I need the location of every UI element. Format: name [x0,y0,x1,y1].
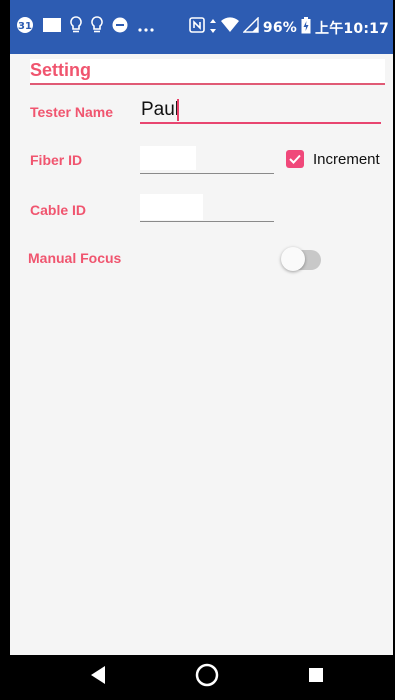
calendar-icon: 31 [16,16,34,40]
nfc-icon [189,17,205,39]
minus-circle-icon [112,17,128,39]
recents-icon [308,667,324,688]
tester-name-value: Paul [141,99,180,120]
text-cursor [177,99,179,121]
cable-id-label: Cable ID [30,202,87,218]
battery-percentage: 96% [262,20,298,36]
fiber-id-input[interactable] [140,146,274,174]
image-icon [43,17,61,39]
signal-icon [242,16,259,39]
increment-checkbox[interactable] [286,150,304,168]
svg-text:31: 31 [18,21,32,32]
bulb-icon [91,16,103,40]
page-title: Setting [30,60,91,80]
status-icons-left: 31 [16,16,155,40]
status-icons-right: 96% 上午10:17 [189,16,389,40]
settings-header: Setting [30,59,385,85]
back-button[interactable] [68,655,128,700]
tester-name-label: Tester Name [30,104,114,120]
data-arrows-icon [209,17,217,39]
recents-button[interactable] [286,655,346,700]
more-icon [137,17,155,39]
navigation-bar [10,655,393,700]
battery-icon [301,16,311,40]
increment-label: Increment [313,151,380,168]
status-clock: 上午10:17 [315,21,389,37]
cable-id-input[interactable] [140,194,274,222]
home-button[interactable] [177,655,237,700]
wifi-icon [220,17,239,39]
back-icon [89,665,107,690]
status-bar: 31 96% 上午10:17 [10,0,393,54]
home-icon [195,663,219,692]
fiber-id-label: Fiber ID [30,152,83,168]
manual-focus-switch-thumb[interactable] [281,247,305,271]
bulb-icon [70,16,82,40]
settings-screen: Setting Tester Name Paul Fiber ID Increm… [10,54,393,655]
manual-focus-label: Manual Focus [28,250,122,266]
